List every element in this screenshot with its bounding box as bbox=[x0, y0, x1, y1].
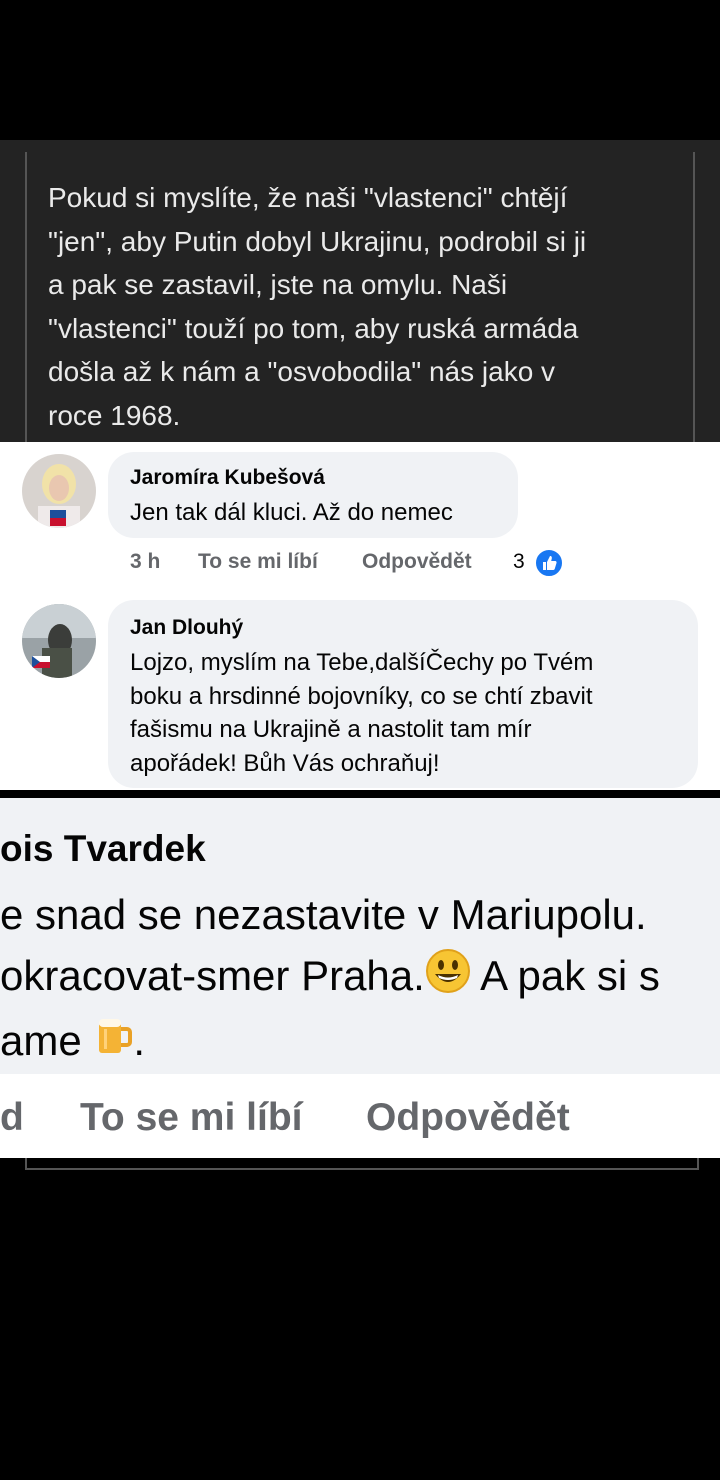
comment-line: okracovat-smer Praha. bbox=[0, 952, 425, 999]
avatar[interactable] bbox=[22, 454, 96, 528]
reaction-count[interactable]: 3 bbox=[513, 550, 525, 574]
thumbs-up-icon[interactable] bbox=[534, 548, 564, 578]
comment-line: . bbox=[133, 1016, 146, 1064]
comment-line: e snad se nezastavite v Mariupolu. bbox=[0, 891, 647, 938]
comment-text: Lojzo, myslím na Tebe,dalšíČechy po Tvém… bbox=[130, 649, 594, 777]
bottom-black-area bbox=[0, 1158, 720, 1480]
reply-button[interactable]: Odpovědět bbox=[366, 1096, 570, 1140]
like-button[interactable]: To se mi líbí bbox=[198, 550, 318, 574]
comment-line: ame bbox=[0, 1016, 94, 1064]
post-card: Pokud si myslíte, že naši "vlastenci" ch… bbox=[0, 140, 720, 442]
card-border-left bbox=[25, 152, 27, 442]
comment-bubble: Jaromíra Kubešová Jen tak dál kluci. Až … bbox=[108, 452, 518, 538]
comment-time[interactable]: d bbox=[0, 1096, 24, 1140]
screenshot-separator bbox=[0, 790, 720, 798]
grinning-face-icon bbox=[425, 948, 471, 1010]
avatar[interactable] bbox=[22, 604, 96, 678]
comment-author[interactable]: Jaromíra Kubešová bbox=[130, 466, 325, 490]
reply-button[interactable]: Odpovědět bbox=[362, 550, 472, 574]
comment-time[interactable]: 3 h bbox=[130, 550, 160, 574]
comment-line: A pak si s bbox=[470, 952, 660, 999]
beer-mug-icon bbox=[93, 1013, 133, 1075]
comment-bubble: ois Tvardek e snad se nezastavite v Mari… bbox=[0, 798, 720, 1074]
post-text: Pokud si myslíte, že naši "vlastenci" ch… bbox=[48, 182, 587, 431]
comment-bubble: Jan Dlouhý Lojzo, myslím na Tebe,dalšíČe… bbox=[108, 600, 698, 788]
comment-author[interactable]: Jan Dlouhý bbox=[130, 616, 243, 640]
comment-text: e snad se nezastavite v Mariupolu. okrac… bbox=[0, 884, 660, 1075]
comments-section: Jaromíra Kubešová Jen tak dál kluci. Až … bbox=[0, 442, 720, 790]
card-border-right bbox=[693, 152, 695, 442]
comment-author[interactable]: ois Tvardek bbox=[0, 828, 206, 870]
comment-text: Jen tak dál kluci. Až do nemec bbox=[130, 499, 453, 526]
like-button[interactable]: To se mi líbí bbox=[80, 1096, 302, 1140]
card-border-bottom bbox=[25, 1158, 699, 1170]
zoomed-comment: ois Tvardek e snad se nezastavite v Mari… bbox=[0, 798, 720, 1158]
